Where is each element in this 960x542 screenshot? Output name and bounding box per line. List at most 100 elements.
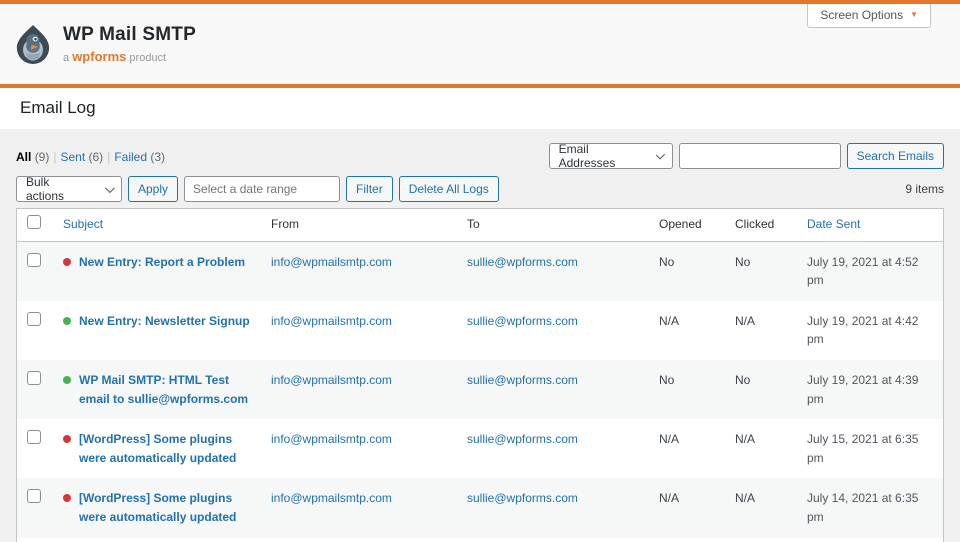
column-header-opened: Opened (650, 209, 726, 240)
apply-button[interactable]: Apply (128, 176, 178, 202)
from-email-link[interactable]: info@wpmailsmtp.com (271, 491, 392, 505)
row-checkbox[interactable] (27, 489, 41, 503)
subject-link[interactable]: [WordPress] Some plugins were automatica… (79, 489, 253, 526)
status-failed-dot-icon (63, 494, 71, 502)
subject-cell: WP Mail SMTP: HTML Test email to sullie@… (54, 360, 262, 419)
view-link-failed[interactable]: Failed (114, 150, 147, 164)
toolbar-row: Bulk actions Apply Filter Delete All Log… (16, 176, 944, 202)
from-cell: info@wpmailsmtp.com (262, 242, 458, 283)
screen-options-button[interactable]: Screen Options ▼ (807, 4, 931, 28)
brand-text-block: WP Mail SMTP a wpforms product (63, 24, 196, 64)
opened-cell: N/A (650, 301, 726, 342)
to-email-link[interactable]: sullie@wpforms.com (467, 373, 578, 387)
email-log-table: SubjectFromToOpenedClickedDate Sent New … (16, 208, 944, 542)
row-checkbox-cell (17, 538, 54, 542)
row-checkbox[interactable] (27, 253, 41, 267)
from-email-link[interactable]: info@wpmailsmtp.com (271, 255, 392, 269)
view-link-all[interactable]: All (16, 150, 31, 164)
clicked-cell: No (726, 242, 798, 283)
chevron-down-icon (656, 150, 666, 160)
column-header-date_sent[interactable]: Date Sent (798, 209, 943, 240)
table-row: [WordPress] Some plugins were automatica… (17, 419, 943, 478)
from-email-link[interactable]: info@wpmailsmtp.com (271, 314, 392, 328)
clicked-cell: N/A (726, 419, 798, 460)
view-separator: | (53, 150, 56, 164)
clicked-value: No (735, 373, 750, 387)
to-email-link[interactable]: sullie@wpforms.com (467, 314, 578, 328)
column-header-from: From (262, 209, 458, 240)
clicked-cell: N/A (726, 301, 798, 342)
table-row: WP Mail SMTP: HTML Test email to sullie@… (17, 360, 943, 419)
subject-cell: New Entry: Newsletter Signup (54, 301, 262, 342)
date_sent-cell: July 19, 2021 at 4:42 pm (798, 301, 943, 360)
row-checkbox[interactable] (27, 371, 41, 385)
status-sent-dot-icon (63, 317, 71, 325)
column-header-subject[interactable]: Subject (54, 209, 262, 240)
table-body: New Entry: Report a Problem info@wpmailsm… (17, 242, 943, 542)
opened-value: N/A (659, 432, 679, 446)
date-sent-value: July 15, 2021 at 6:35 pm (807, 432, 918, 465)
search-input[interactable] (679, 143, 841, 169)
opened-cell: No (650, 242, 726, 283)
to-cell: sullie@wpforms.com (458, 538, 650, 542)
row-checkbox-cell (17, 419, 54, 461)
from-cell: info@wpmailsmtp.com (262, 419, 458, 460)
to-cell: sullie@wpforms.com (458, 360, 650, 401)
subject-link[interactable]: New Entry: Report a Problem (79, 253, 245, 272)
subject-link[interactable]: New Entry: Newsletter Signup (79, 312, 250, 331)
bulk-actions-select[interactable]: Bulk actions (16, 176, 122, 202)
caret-down-icon: ▼ (910, 11, 918, 19)
date-sent-value: July 19, 2021 at 4:52 pm (807, 255, 918, 288)
date_sent-cell: July 5, 2021 at 2:00 pm (798, 538, 943, 542)
row-checkbox-cell (17, 478, 54, 520)
row-checkbox[interactable] (27, 312, 41, 326)
row-checkbox-cell (17, 360, 54, 402)
subject-cell: [WordPress] Some plugins were automatica… (54, 419, 262, 478)
date-range-input[interactable] (184, 176, 340, 202)
opened-cell: N/A (650, 419, 726, 460)
clicked-value: N/A (735, 491, 755, 505)
date-sent-value: July 14, 2021 at 6:35 pm (807, 491, 918, 524)
from-email-link[interactable]: info@wpmailsmtp.com (271, 373, 392, 387)
opened-value: No (659, 373, 674, 387)
wpforms-wordmark: wpforms (72, 49, 126, 64)
date-sent-value: July 19, 2021 at 4:42 pm (807, 314, 918, 347)
clicked-value: No (735, 255, 750, 269)
opened-value: N/A (659, 491, 679, 505)
content-area: All (9)|Sent (6)|Failed (3) Email Addres… (0, 143, 960, 542)
from-email-link[interactable]: info@wpmailsmtp.com (271, 432, 392, 446)
page-title: Email Log (20, 98, 940, 118)
wp-mail-smtp-pigeon-logo (14, 24, 52, 64)
toolbar-left-group: Bulk actions Apply Filter Delete All Log… (16, 176, 499, 202)
search-emails-button[interactable]: Search Emails (847, 143, 944, 169)
items-count: 9 items (905, 182, 944, 196)
date_sent-cell: July 19, 2021 at 4:39 pm (798, 360, 943, 419)
clicked-value: N/A (735, 314, 755, 328)
filter-button[interactable]: Filter (346, 176, 393, 202)
from-cell: info@wpmailsmtp.com (262, 538, 458, 542)
tagline-prefix: a (63, 52, 69, 64)
to-cell: sullie@wpforms.com (458, 478, 650, 519)
view-link-sent[interactable]: Sent (60, 150, 85, 164)
clicked-cell: No (726, 538, 798, 542)
row-checkbox[interactable] (27, 430, 41, 444)
view-filter-links: All (9)|Sent (6)|Failed (3) (16, 150, 165, 169)
to-email-link[interactable]: sullie@wpforms.com (467, 255, 578, 269)
top-accent-bar (0, 0, 960, 4)
to-email-link[interactable]: sullie@wpforms.com (467, 432, 578, 446)
subject-link[interactable]: WP Mail SMTP: HTML Test email to sullie@… (79, 371, 253, 408)
opened-value: No (659, 255, 674, 269)
views-and-search-row: All (9)|Sent (6)|Failed (3) Email Addres… (16, 143, 944, 169)
select-all-checkbox[interactable] (27, 215, 41, 229)
column-header-to: To (458, 209, 650, 240)
subject-link[interactable]: [WordPress] Some plugins were automatica… (79, 430, 253, 467)
view-separator: | (107, 150, 110, 164)
to-email-link[interactable]: sullie@wpforms.com (467, 491, 578, 505)
search-field-select[interactable]: Email Addresses (549, 143, 673, 169)
search-group: Email Addresses Search Emails (549, 143, 944, 169)
plugin-header: WP Mail SMTP a wpforms product Screen Op… (0, 4, 960, 84)
to-cell: sullie@wpforms.com (458, 419, 650, 460)
delete-all-logs-button[interactable]: Delete All Logs (399, 176, 499, 202)
bulk-actions-value: Bulk actions (26, 175, 89, 203)
table-header-row: SubjectFromToOpenedClickedDate Sent (17, 209, 943, 242)
